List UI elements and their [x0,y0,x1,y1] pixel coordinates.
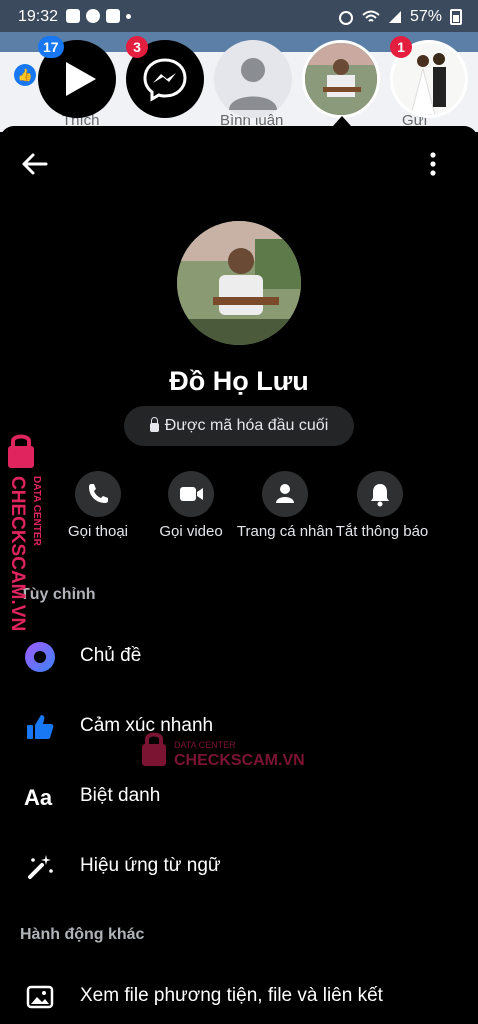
back-button[interactable] [18,150,54,178]
video-call-button[interactable] [168,471,214,517]
phone-icon [89,484,108,503]
row-theme[interactable]: Chủ đề [0,628,478,684]
nickname-icon: Aa [24,785,53,810]
word-effects-label: Hiệu ứng từ ngữ [80,855,221,876]
video-icon [180,487,203,501]
svg-text:Aa: Aa [24,785,53,810]
contact-name: Đồ Họ Lưu [169,366,309,396]
badge-count-couple: 1 [390,36,412,58]
image-icon [26,985,54,1009]
more-options-button[interactable] [420,150,446,178]
battery-icon [450,9,462,25]
watermark-center-brand: CHECKSCAM.VN [174,752,305,769]
thumbs-up-icon [27,715,54,739]
encryption-badge[interactable]: Được mã hóa đầu cuối [124,406,354,446]
more-vertical-icon [430,152,436,176]
encryption-label: Được mã hóa đầu cuối [164,417,329,434]
more-notifications-dot [126,14,131,19]
theme-icon [25,642,55,672]
badge-count-play: 17 [38,36,64,58]
mute-label: Tắt thông báo [335,523,429,540]
badge-count-messenger: 3 [126,36,148,58]
chat-head-user[interactable] [214,40,292,118]
watermark-center-lock-icon: DATA CENTER CHECKSCAM.VN [142,732,305,769]
photo-man-icon [305,43,377,115]
other-actions-section-title: Hành động khác [20,926,145,943]
chat-head-photo-man[interactable] [302,40,380,118]
default-avatar-icon [229,58,277,110]
mute-button[interactable] [357,471,403,517]
lock-icon [149,417,159,432]
person-icon [276,484,294,503]
profile-photo-icon [177,221,301,345]
row-view-media[interactable]: Xem file phương tiện, file và liên kết [0,968,478,1024]
active-head-pointer [333,116,351,126]
photos-notification-icon [66,9,80,23]
audio-call-button[interactable] [75,471,121,517]
magic-wand-icon [28,855,53,879]
watermark-lock-icon: CHECKSCAM.VN DATA CENTER [7,434,42,631]
like-reaction-icon: 👍 [14,64,36,86]
profile-button[interactable] [262,471,308,517]
status-time: 19:32 [18,8,59,25]
theme-label: Chủ đề [80,645,142,666]
watermark-side: CHECKSCAM.VN DATA CENTER [4,432,54,632]
arrow-left-icon [22,153,48,175]
notification-icons [66,9,131,23]
alarm-icon [338,11,353,25]
watermark-center: DATA CENTER CHECKSCAM.VN [140,730,310,770]
watermark-sub: DATA CENTER [31,476,42,547]
watermark-center-sub: DATA CENTER [174,740,236,750]
view-media-label: Xem file phương tiện, file và liên kết [80,985,383,1006]
battery-percent: 57% [409,8,442,25]
bell-icon [371,484,389,507]
row-word-effects[interactable]: Hiệu ứng từ ngữ [0,838,478,894]
profile-avatar[interactable] [177,221,301,345]
signal-icon [388,11,401,23]
messenger-notification-icon [86,9,100,23]
status-bar: 19:32 57% [0,0,478,32]
youtube-notification-icon [106,9,120,23]
watermark-brand: CHECKSCAM.VN [7,476,28,631]
row-nickname[interactable]: Aa Biệt danh [0,768,478,824]
status-right: 57% [338,8,462,26]
wifi-icon [362,10,380,22]
nickname-label: Biệt danh [80,785,161,806]
